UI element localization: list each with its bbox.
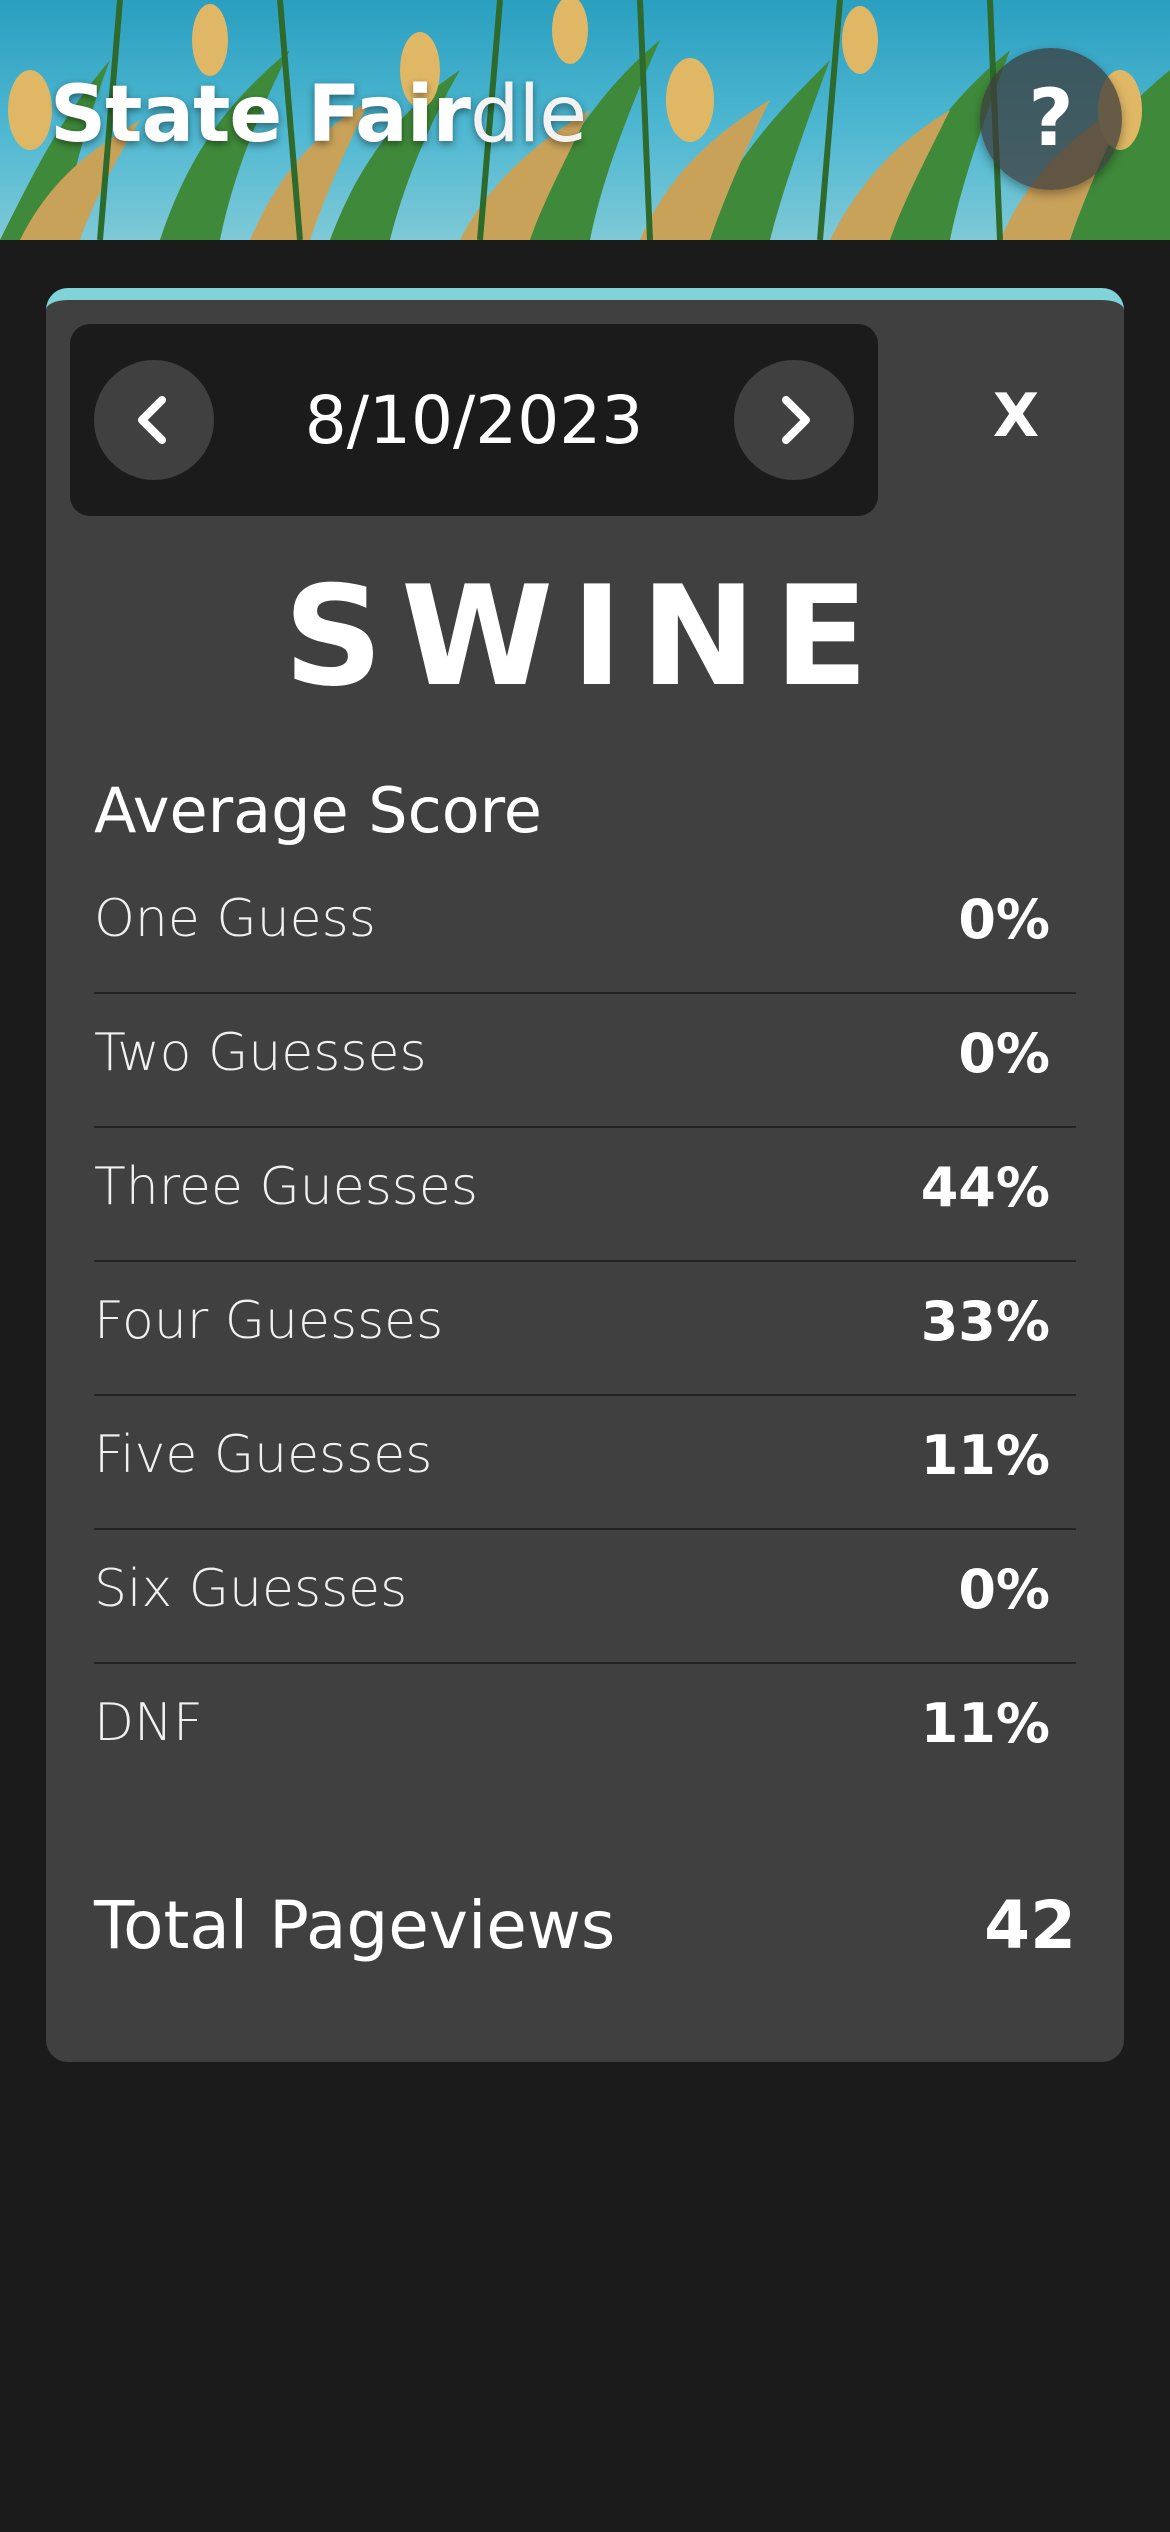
header-banner: State Fairdle ? [0,0,1170,240]
app-title: State Fairdle [50,76,587,154]
average-score-heading: Average Score [94,774,542,847]
close-button[interactable]: X [966,366,1066,466]
stat-value: 44% [920,1156,1050,1219]
stat-row-dnf: DNF 11% [94,1664,1076,1798]
stat-value: 11% [920,1424,1050,1487]
stat-row-five-guesses: Five Guesses 11% [94,1396,1076,1530]
stats-card: 8/10/2023 X SWINE Average Score One Gues… [46,288,1124,2062]
stat-value: 0% [958,1022,1050,1085]
stat-value: 11% [920,1692,1050,1755]
date-navigator: 8/10/2023 [70,324,878,516]
stat-label: DNF [94,1693,203,1753]
stat-label: Two Guesses [94,1023,427,1083]
stat-label: Three Guesses [94,1157,478,1217]
stat-value: 0% [958,888,1050,951]
stat-label: Four Guesses [94,1291,444,1351]
next-day-button[interactable] [734,360,854,480]
stat-row-two-guesses: Two Guesses 0% [94,994,1076,1128]
stat-value: 0% [958,1558,1050,1621]
stat-row-six-guesses: Six Guesses 0% [94,1530,1076,1664]
stat-label: One Guess [94,889,376,949]
question-mark-icon: ? [1028,74,1074,164]
chevron-right-icon [782,396,810,444]
chevron-left-icon [138,396,166,444]
score-distribution: One Guess 0% Two Guesses 0% Three Guesse… [94,860,1076,1798]
puzzle-word: SWINE [283,556,887,717]
current-date: 8/10/2023 [304,381,644,459]
stat-label: Five Guesses [94,1425,433,1485]
stat-row-three-guesses: Three Guesses 44% [94,1128,1076,1262]
total-pageviews-value: 42 [984,1887,1076,1964]
app-title-bold: State Fair [50,70,471,160]
stat-value: 33% [920,1290,1050,1353]
app-title-light: dle [470,70,587,160]
stat-label: Six Guesses [94,1559,408,1619]
stat-row-four-guesses: Four Guesses 33% [94,1262,1076,1396]
help-button[interactable]: ? [980,48,1122,190]
total-pageviews-label: Total Pageviews [94,1887,616,1964]
stat-row-one-guess: One Guess 0% [94,860,1076,994]
previous-day-button[interactable] [94,360,214,480]
